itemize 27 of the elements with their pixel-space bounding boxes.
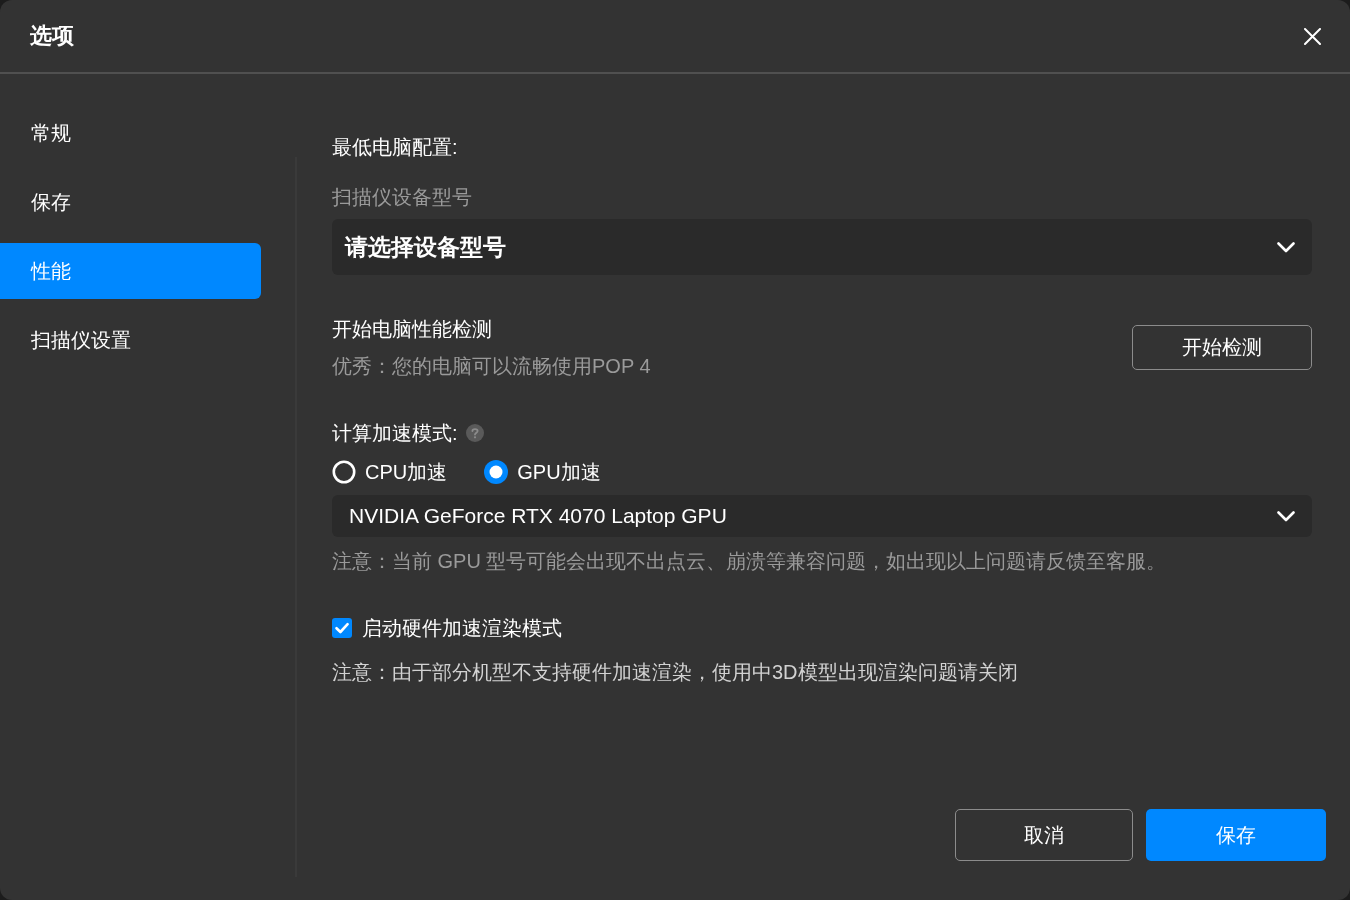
note-text: 注意：当前 GPU 型号可能会出现不出点云、崩溃等兼容问题，如出现以上问题请反馈至客服。: [332, 549, 1168, 574]
chevron-down-icon: [1277, 241, 1295, 253]
sidebar-item[interactable]: 常规: [0, 105, 261, 161]
radio-label[interactable]: GPU加速: [517, 458, 601, 486]
section-heading: 开始电脑性能检测: [332, 317, 492, 342]
result-text: 优秀：您的电脑可以流畅使用POP 4: [332, 354, 651, 379]
note-text: 注意：由于部分机型不支持硬件加速渲染，使用中3D模型出现渲染问题请关闭: [332, 660, 1019, 685]
cancel-button[interactable]: 取消: [955, 809, 1133, 861]
checkbox[interactable]: [332, 618, 352, 638]
device-model-dropdown[interactable]: 请选择设备型号: [332, 219, 1312, 275]
dialog-title: 选项: [30, 22, 74, 50]
start-check-button[interactable]: 开始检测: [1132, 325, 1312, 370]
gpu-dropdown[interactable]: NVIDIA GeForce RTX 4070 Laptop GPU: [332, 495, 1312, 537]
checkbox-label[interactable]: 启动硬件加速渲染模式: [362, 614, 562, 642]
save-button[interactable]: 保存: [1146, 809, 1326, 861]
radio-label[interactable]: CPU加速: [365, 458, 448, 486]
sidebar-item[interactable]: 性能: [0, 243, 261, 299]
sidebar-item[interactable]: 保存: [0, 174, 261, 230]
sidebar-item[interactable]: 扫描仪设置: [0, 312, 261, 368]
close-icon[interactable]: [1304, 27, 1321, 45]
section-heading: 最低电脑配置:: [332, 135, 459, 160]
radio-button[interactable]: [332, 460, 356, 484]
chevron-down-icon: [1277, 510, 1295, 522]
section-heading: 计算加速模式:: [332, 421, 458, 446]
help-icon[interactable]: [465, 424, 484, 442]
field-label: 扫描仪设备型号: [332, 185, 473, 210]
radio-button[interactable]: [484, 460, 509, 484]
